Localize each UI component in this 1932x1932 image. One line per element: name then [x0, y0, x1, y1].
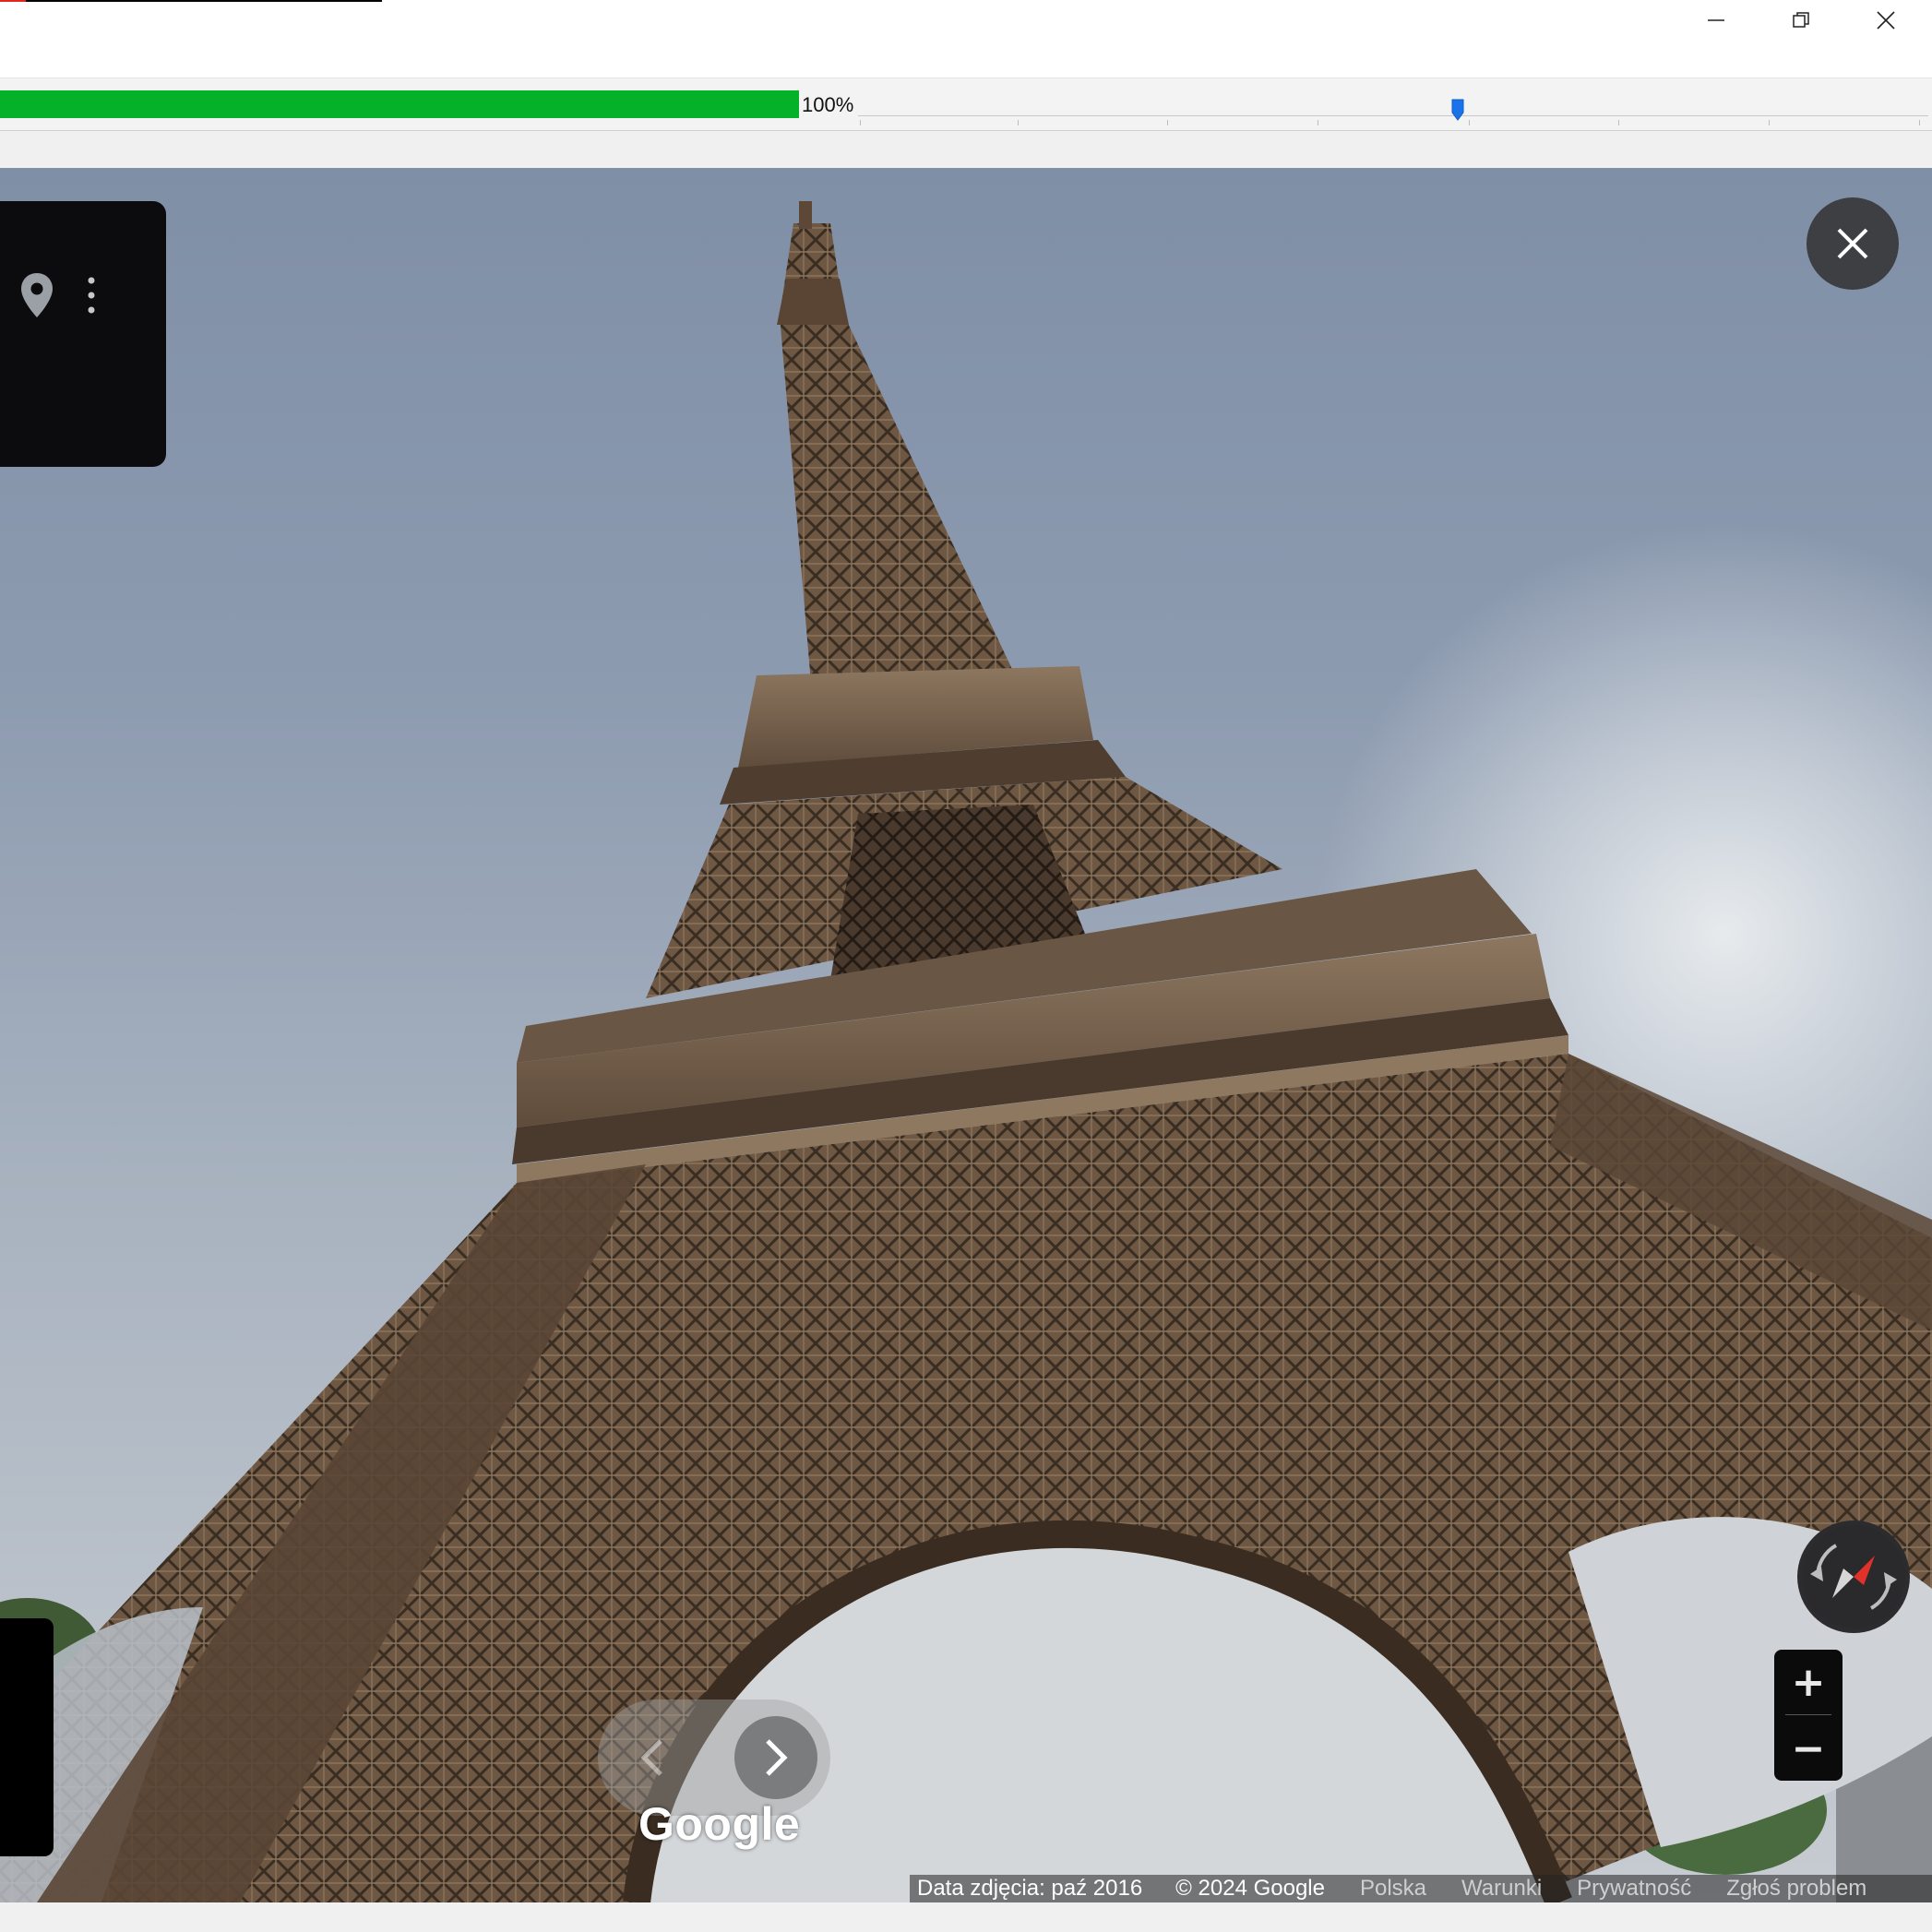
timeline-tick	[1469, 120, 1470, 125]
zoom-control: + −	[1774, 1650, 1843, 1781]
collapsed-side-panel[interactable]	[0, 1618, 54, 1856]
progress-bar-fill	[0, 90, 799, 118]
previous-photo-button[interactable]	[611, 1716, 694, 1799]
window-bottom-strip	[0, 1902, 1932, 1932]
timeline-tick	[1618, 120, 1619, 125]
progress-percent-label: 100%	[802, 93, 854, 116]
tab-indicator-accent	[0, 0, 26, 2]
toolbar-spacer	[0, 131, 1932, 168]
image-date: Data zdjęcia: paź 2016	[917, 1876, 1143, 1901]
close-icon	[1877, 11, 1895, 30]
timeline-track	[858, 115, 1928, 116]
compass-icon	[1802, 1525, 1905, 1628]
chevron-right-icon	[766, 1739, 788, 1776]
location-info-card	[0, 201, 166, 467]
restore-button[interactable]	[1759, 0, 1843, 41]
progress-row: 100%	[0, 78, 1932, 131]
tab-indicator	[0, 0, 382, 2]
report-problem-link[interactable]: Zgłoś problem	[1691, 1876, 1866, 1902]
zoom-out-button[interactable]: −	[1774, 1716, 1843, 1781]
timeline-tick	[1919, 120, 1920, 125]
google-logo: Google	[638, 1798, 801, 1850]
timeline-tick	[860, 120, 861, 125]
restore-icon	[1793, 12, 1809, 28]
attribution-bar: Data zdjęcia: paź 2016 © 2024 Google Pol…	[910, 1875, 1932, 1902]
street-view-panorama[interactable]: + − Google Data zdjęcia: paź 2016 © 2024…	[0, 168, 1932, 1902]
next-photo-button[interactable]	[734, 1716, 817, 1799]
close-icon	[1837, 228, 1868, 259]
timeline-thumb[interactable]	[1451, 99, 1464, 121]
compass-button[interactable]	[1797, 1521, 1910, 1633]
more-vertical-icon[interactable]	[85, 275, 98, 316]
timeline-slider[interactable]	[858, 99, 1932, 125]
timeline-tick	[1167, 120, 1168, 125]
chevron-left-icon	[640, 1739, 662, 1776]
close-window-button[interactable]	[1843, 0, 1928, 41]
country-link[interactable]: Polska	[1325, 1876, 1426, 1902]
privacy-link[interactable]: Prywatność	[1542, 1876, 1691, 1902]
close-panorama-button[interactable]	[1807, 197, 1899, 290]
timeline-tick	[1018, 120, 1019, 125]
minimize-button[interactable]	[1674, 0, 1759, 41]
zoom-in-button[interactable]: +	[1774, 1650, 1843, 1714]
window-titlebar	[0, 0, 1932, 78]
panorama-image	[0, 201, 1932, 1902]
minimize-icon	[1708, 19, 1724, 21]
timeline-tick	[1769, 120, 1770, 125]
copyright-text: © 2024 Google	[1175, 1876, 1325, 1901]
map-pin-icon[interactable]	[18, 271, 55, 319]
terms-link[interactable]: Warunki	[1426, 1876, 1542, 1902]
zoom-divider	[1785, 1714, 1831, 1715]
